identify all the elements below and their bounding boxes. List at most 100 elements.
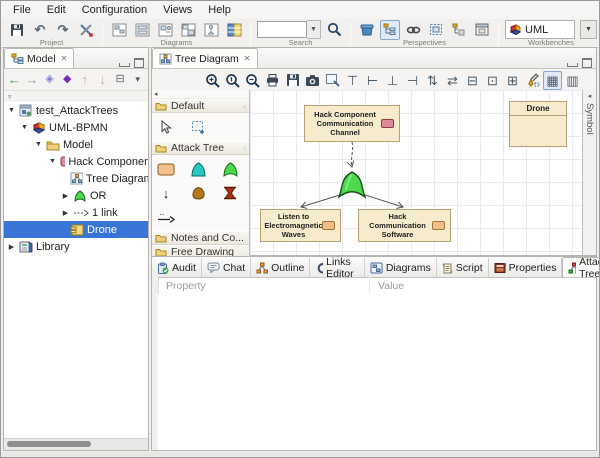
tree-item-or[interactable]: ▶ OR [4,187,148,204]
model-tab-close-icon[interactable]: ✕ [61,54,68,63]
align-bottom-icon[interactable]: ⊥ [383,71,402,90]
expander-icon[interactable]: ▼ [7,107,16,114]
diagram-canvas[interactable]: Hack Component Communication Channel Dro… [250,90,582,255]
move-up-icon[interactable]: ↑ [77,71,94,89]
center-vertical-icon[interactable]: ⇅ [423,71,442,90]
tab-audit[interactable]: Audit [152,258,202,277]
or-gate-tool-icon[interactable] [218,158,242,180]
redo-icon[interactable]: ↷ [53,20,73,40]
tab-properties[interactable]: Properties [489,258,563,277]
tab-model[interactable]: Model ✕ [4,48,74,68]
tree-item-model-folder[interactable]: ▼ Model [4,136,148,153]
history-back-icon[interactable]: ◈ [41,71,58,89]
symbol-view-strip[interactable]: ◂ Symbol [582,90,596,255]
palette-collapse-icon[interactable]: ◂ [152,90,249,99]
tab-script[interactable]: Script [437,258,489,277]
center-horizontal-icon[interactable]: ⇄ [443,71,462,90]
hourglass-tool-icon[interactable] [218,182,242,204]
zoom-in-icon[interactable] [203,71,222,90]
format-painter-icon[interactable] [523,71,542,90]
palette-section-notes[interactable]: Notes and Co... [152,231,249,245]
view-menu-icon[interactable]: ▾ [129,71,146,89]
perspective-explorer-icon[interactable] [380,20,400,40]
tree-item-drone[interactable]: Drone [4,221,148,238]
marquee-tool-icon[interactable] [186,116,210,138]
column-property[interactable]: Property [158,277,370,294]
diagram-type-icon-5[interactable] [201,20,221,40]
camera-icon[interactable] [303,71,322,90]
tree-item-hack-component[interactable]: ▼ Hack Component Communication Channel [4,153,148,170]
model-panel-minimize-icon[interactable] [119,63,130,67]
tree-item-tree-diagram[interactable]: Tree Diagram [4,170,148,187]
workbench-drop-icon[interactable]: ▼ [580,20,597,39]
perspective-audit-icon[interactable] [449,20,469,40]
align-right-icon[interactable]: ⊣ [403,71,422,90]
perspective-window-icon[interactable] [472,20,492,40]
menu-help[interactable]: Help [200,2,239,18]
scrollbar-thumb[interactable] [7,441,91,447]
expander-icon[interactable]: ▶ [7,243,16,251]
expander-icon[interactable]: ▼ [20,124,29,131]
node-drone[interactable]: Drone [509,101,567,147]
expander-icon[interactable]: ▶ [61,192,70,200]
same-size-icon[interactable]: ⊟ [463,71,482,90]
menu-edit[interactable]: Edit [39,2,74,18]
tree-item-project[interactable]: ▼ test_AttackTrees [4,102,148,119]
menu-file[interactable]: File [5,2,39,18]
tab-links-editor[interactable]: Links Editor [310,258,364,277]
expander-icon[interactable]: ▼ [48,158,57,165]
perspective-links-icon[interactable] [403,20,423,40]
zoom-out-icon[interactable] [243,71,262,90]
search-history-drop-icon[interactable]: ▼ [307,20,321,39]
diagram-type-icon-6[interactable] [224,20,244,40]
tab-diagrams[interactable]: Diagrams [365,258,437,277]
tools-icon[interactable] [76,20,96,40]
menu-views[interactable]: Views [155,2,200,18]
tab-outline[interactable]: Outline [251,258,310,277]
palette-section-attack-tree[interactable]: Attack Tree ◦ [152,141,249,155]
link-tool-icon[interactable] [154,206,178,228]
expander-icon[interactable]: ▼ [34,141,43,148]
workbench-combo[interactable]: UML [505,20,575,39]
search-icon[interactable] [324,20,344,40]
editor-tab-close-icon[interactable]: ✕ [244,54,251,63]
pin-icon[interactable]: ◦ [243,144,246,153]
diagram-type-icon-4[interactable] [178,20,198,40]
print-icon[interactable] [263,71,282,90]
history-forward-icon[interactable]: ◆ [59,71,76,89]
tab-attack-tree[interactable]: Attack Tree ✕ [562,257,600,277]
navigate-forward-icon[interactable]: → [24,71,41,89]
perspective-dashboard-icon[interactable] [426,20,446,40]
tree-item-uml-bpmn[interactable]: ▼ UML-BPMN [4,119,148,136]
collapse-all-icon[interactable]: ⊟ [112,71,129,89]
diagram-type-icon-2[interactable] [132,20,152,40]
and-gate-tool-icon[interactable] [186,158,210,180]
save-icon[interactable] [7,20,27,40]
menu-configuration[interactable]: Configuration [74,2,155,18]
diagram-type-icon-1[interactable] [109,20,129,40]
model-tree-hscrollbar[interactable] [4,438,148,450]
symbol-restore-icon[interactable]: ◂ [588,92,592,100]
fit-content-icon[interactable]: ⊡ [483,71,502,90]
move-down-icon[interactable]: ↓ [94,71,111,89]
editor-minimize-icon[interactable] [567,63,578,67]
zoom-original-icon[interactable] [223,71,242,90]
model-panel-maximize-icon[interactable] [134,58,144,68]
operation-node-tool-icon[interactable] [186,182,210,204]
navigate-back-icon[interactable]: ← [6,71,23,89]
undo-icon[interactable]: ↶ [30,20,50,40]
perspective-model-icon[interactable] [357,20,377,40]
fit-selection-icon[interactable] [323,71,342,90]
tree-item-link[interactable]: ▶ 1 link [4,204,148,221]
node-hack-software[interactable]: Hack Communication Software [358,209,451,242]
search-input[interactable] [257,21,307,38]
page-layout-icon[interactable]: ▥ [563,71,582,90]
select-tool-icon[interactable] [154,116,178,138]
snap-icon[interactable]: ⊞ [503,71,522,90]
grid-icon[interactable]: ▦ [543,71,562,90]
refinement-arrow-tool-icon[interactable]: ↓ [154,182,178,204]
pin-icon[interactable]: ◦ [243,102,246,111]
align-top-icon[interactable]: ⊤ [343,71,362,90]
align-left-icon[interactable]: ⊢ [363,71,382,90]
tree-item-library[interactable]: ▶ Library [4,238,148,255]
